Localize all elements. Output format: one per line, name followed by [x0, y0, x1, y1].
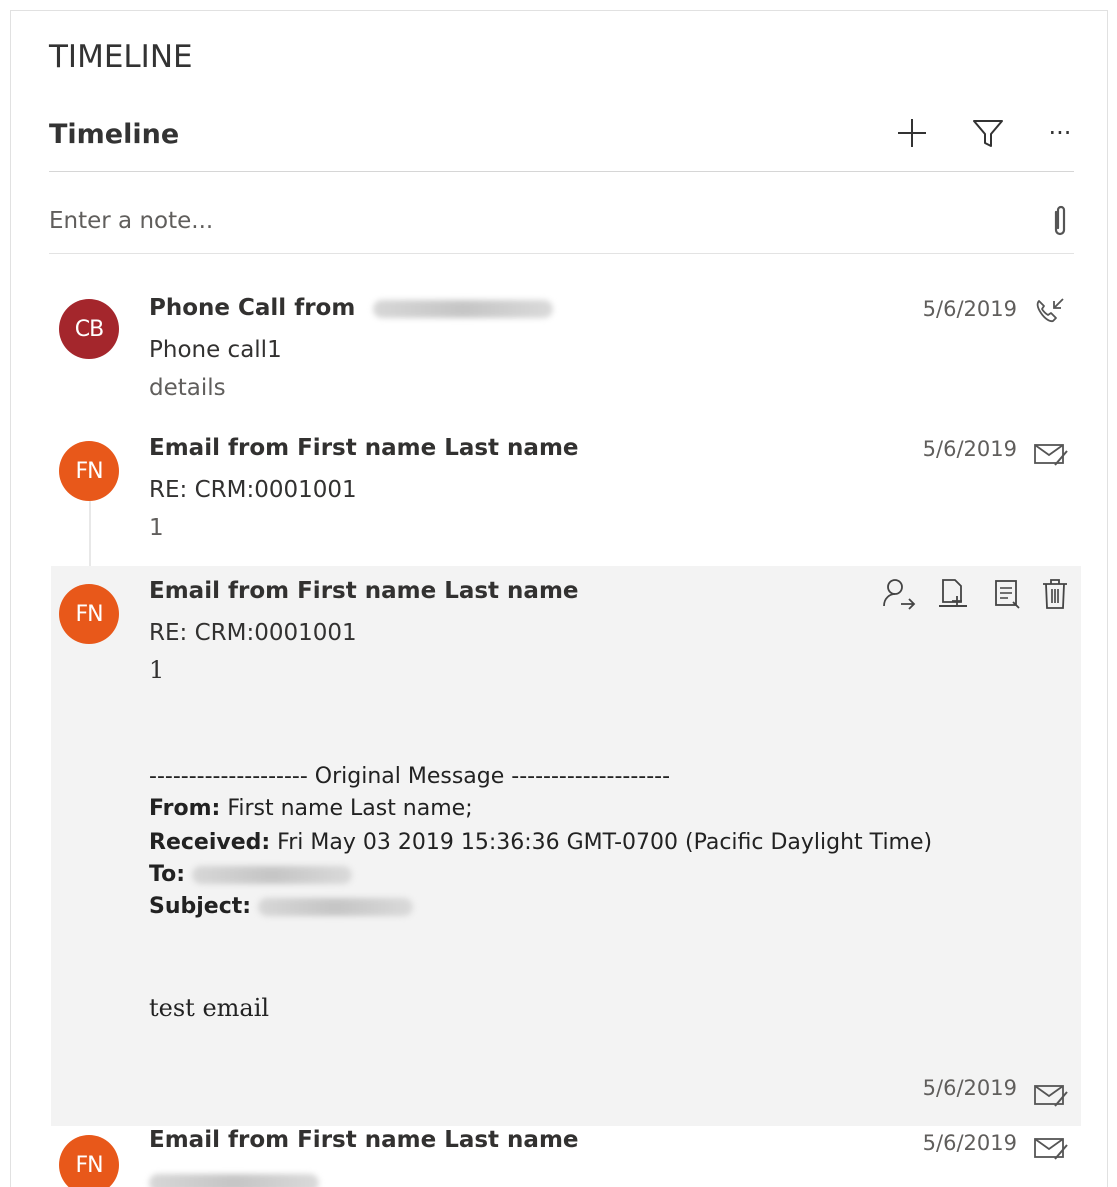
filter-icon [971, 116, 1005, 150]
original-message-separator: -------------------- Original Message --… [149, 764, 670, 789]
item-title: Email from First name Last name [149, 578, 579, 604]
redacted-subtitle [149, 1174, 319, 1187]
redacted-recipient [192, 866, 352, 884]
note-input[interactable] [49, 201, 1009, 241]
add-to-queue-icon [935, 576, 971, 612]
item-subtitle: RE: CRM:0001001 [149, 620, 357, 646]
message-body: test email [149, 994, 269, 1022]
section-title: TIMELINE [49, 39, 193, 75]
item-title: Email from First name Last name [149, 1127, 579, 1153]
plus-icon [895, 116, 929, 150]
add-to-queue-button[interactable] [935, 576, 971, 612]
assign-icon [881, 576, 917, 612]
note-row [49, 191, 1074, 254]
item-title-text: Phone Call from [149, 295, 355, 321]
avatar: FN [59, 1135, 119, 1187]
item-date: 5/6/2019 [923, 1131, 1017, 1155]
item-date: 5/6/2019 [923, 437, 1017, 461]
email-icon [1033, 439, 1069, 469]
item-title: Phone Call from [149, 295, 553, 321]
filter-button[interactable] [963, 111, 1013, 155]
delete-button[interactable] [1037, 576, 1073, 612]
more-icon: ··· [1049, 119, 1072, 147]
avatar: CB [59, 299, 119, 359]
item-detail: details [149, 375, 226, 401]
message-to-line: To: [149, 862, 352, 887]
email-icon [1033, 1080, 1069, 1110]
message-received-line: Received: Fri May 03 2019 15:36:36 GMT-0… [149, 830, 932, 855]
item-subtitle: Phone call1 [149, 337, 282, 363]
item-detail: 1 [149, 656, 164, 684]
redacted-subject [258, 898, 413, 916]
message-subject-line: Subject: [149, 894, 413, 919]
assign-button[interactable] [881, 576, 917, 612]
email-icon [1033, 1133, 1069, 1163]
item-date: 5/6/2019 [923, 297, 1017, 321]
avatar: FN [59, 584, 119, 644]
item-detail: 1 [149, 515, 164, 541]
timeline-title: Timeline [49, 119, 179, 150]
attach-button[interactable] [1048, 201, 1072, 241]
paperclip-icon [1051, 204, 1069, 238]
redacted-name [373, 300, 553, 318]
delete-icon [1037, 576, 1073, 612]
open-record-button[interactable] [989, 576, 1025, 612]
item-date: 5/6/2019 [923, 1076, 1017, 1100]
phone-call-icon [1033, 295, 1069, 325]
more-options-button[interactable]: ··· [1035, 111, 1085, 155]
add-activity-button[interactable] [887, 111, 937, 155]
timeline-header: Timeline ··· [49, 111, 1074, 172]
timeline-panel: TIMELINE Timeline ··· CB P [10, 10, 1108, 1187]
item-title: Email from First name Last name [149, 435, 579, 461]
item-subtitle: RE: CRM:0001001 [149, 477, 357, 503]
message-from-line: From: First name Last name; [149, 796, 473, 821]
avatar: FN [59, 441, 119, 501]
open-record-icon [989, 576, 1025, 612]
item-subtitle [149, 1169, 319, 1187]
